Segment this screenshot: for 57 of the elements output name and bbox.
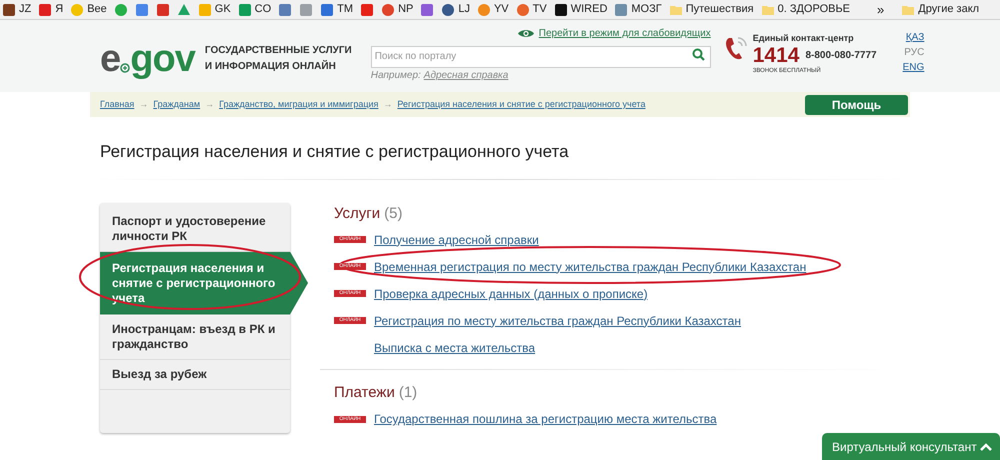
- service-link[interactable]: Государственная пошлина за регистрацию места жительства: [374, 410, 717, 428]
- sidebar-item[interactable]: Регистрация населения и снятие с регистрационного учета: [100, 252, 308, 314]
- bookmark-icon[interactable]: [554, 2, 568, 16]
- consultant-label: Виртуальный консультант: [832, 438, 977, 456]
- bookmark-icon[interactable]: [441, 2, 456, 16]
- section-title: Услуги: [334, 204, 380, 224]
- short-number: 1414: [752, 44, 800, 66]
- bookmark-link[interactable]: Я: [55, 1, 64, 18]
- bookmark-link[interactable]: NP: [398, 1, 414, 18]
- language-link[interactable]: ҚАЗ: [906, 32, 924, 44]
- section-count: (1): [398, 383, 418, 403]
- section-count: (5): [384, 204, 402, 224]
- plus-icon: [120, 63, 130, 73]
- phone-number: 8-800-080-7777: [805, 49, 877, 63]
- bookmark-folder[interactable]: Другие закл: [918, 1, 980, 18]
- contact-title: Единый контакт-центр: [752, 32, 855, 45]
- search-icon[interactable]: [692, 48, 705, 61]
- bookmark-link[interactable]: Bee: [87, 1, 107, 18]
- breadcrumb-separator: →: [205, 98, 214, 111]
- breadcrumb-link[interactable]: Регистрация населения и снятие с регистрационного учета: [397, 98, 646, 112]
- service-link[interactable]: Регистрация по месту жительства граждан Республики Казахстан: [374, 312, 741, 330]
- logo[interactable]: gov: [130, 40, 195, 78]
- bookmark-link[interactable]: TV: [532, 1, 547, 18]
- logo[interactable]: e: [100, 40, 120, 78]
- accessibility-link[interactable]: Перейти в режим для слабовидящих: [538, 26, 711, 40]
- bookmark-link[interactable]: WIRED: [570, 1, 608, 18]
- section-title: Платежи: [334, 383, 395, 403]
- language-link[interactable]: ENG: [902, 62, 924, 74]
- help-button[interactable]: Помощь: [805, 94, 908, 114]
- consultant-button[interactable]: Виртуальный консультант: [822, 433, 1000, 460]
- service-link[interactable]: Проверка адресных данных (данных о прописке): [374, 284, 648, 302]
- bookmark-link[interactable]: МОЗГ: [631, 1, 662, 18]
- bookmark-link[interactable]: JZ: [19, 1, 32, 18]
- bookmark-link[interactable]: Путешествия: [686, 1, 754, 18]
- breadcrumb-separator: →: [139, 98, 148, 111]
- more-bookmarks-button[interactable]: »: [877, 0, 884, 19]
- bookmark-link[interactable]: GK: [214, 1, 231, 18]
- service-link[interactable]: Временная регистрация по месту жительства граждан Республики Казахстан: [374, 258, 806, 276]
- bookmark-link[interactable]: LJ: [458, 1, 470, 18]
- bookmark-link[interactable]: 0. ЗДОРОВЬЕ: [778, 1, 850, 18]
- bookmark-link[interactable]: CO: [254, 1, 272, 18]
- breadcrumb-link[interactable]: Гражданам: [153, 98, 200, 112]
- eye-icon: [516, 28, 535, 38]
- example-label: Например:: [370, 69, 421, 83]
- breadcrumb-separator: →: [383, 98, 392, 111]
- sidebar-item[interactable]: Иностранцам: въезд в РК и гражданство: [100, 314, 290, 360]
- bookmark-icon[interactable]: [2, 2, 16, 16]
- bookmark-link[interactable]: TM: [337, 1, 354, 18]
- service-link[interactable]: Получение адресной справки: [374, 230, 539, 248]
- breadcrumb-link[interactable]: Главная: [100, 98, 134, 112]
- breadcrumb-link[interactable]: Гражданство, миграция и иммиграция: [219, 98, 378, 112]
- page-title: Регистрация населения и снятие с регистрационного учета: [100, 141, 570, 163]
- bookmark-link[interactable]: YV: [494, 1, 509, 18]
- tagline: ГОСУДАРСТВЕННЫЕ УСЛУГИ И ИНФОРМАЦИЯ ОНЛАЙН: [204, 44, 352, 74]
- service-link[interactable]: Выписка с места жительства: [374, 338, 536, 356]
- search-field[interactable]: Поиск по порталу: [370, 46, 711, 68]
- sidebar-item[interactable]: Выезд за рубеж: [100, 360, 290, 390]
